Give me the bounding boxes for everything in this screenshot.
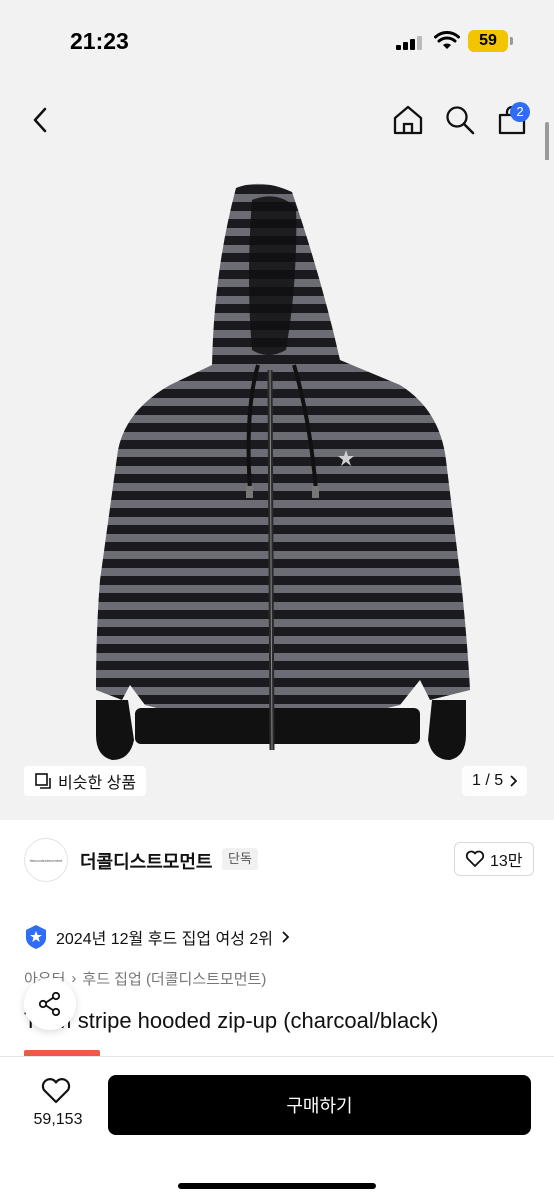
- top-nav: [0, 80, 554, 160]
- battery-indicator: 59: [468, 30, 508, 52]
- breadcrumb-subcategory[interactable]: 후드 집업 (더콜디스트모먼트): [82, 968, 266, 989]
- brand-name[interactable]: 더콜디스트모먼트: [80, 848, 212, 874]
- ranking-text: 2024년 12월 후드 집업 여성 2위: [56, 931, 273, 948]
- image-counter[interactable]: 1 / 5: [462, 766, 528, 796]
- home-icon: [393, 105, 423, 135]
- brand-logo[interactable]: thecoolestmoment: [24, 838, 68, 882]
- ranking-link[interactable]: 2024년 12월 후드 집업 여성 2위: [24, 922, 289, 952]
- product-title: TCM stripe hooded zip-up (charcoal/black…: [24, 1008, 439, 1033]
- cart-count-badge: 2: [510, 102, 530, 122]
- heart-icon: [465, 850, 485, 867]
- wishlist-count: 59,153: [33, 1111, 83, 1128]
- product-photo: [96, 183, 470, 760]
- share-button[interactable]: [24, 978, 76, 1030]
- home-button[interactable]: [388, 100, 428, 140]
- brand-logo-text: thecoolestmoment: [29, 857, 63, 863]
- wishlist-heart-icon[interactable]: [40, 1077, 72, 1105]
- chevron-right-icon: [510, 775, 518, 787]
- ranking-badge-icon: [26, 925, 46, 949]
- similar-products-button[interactable]: 비슷한 상품: [24, 766, 147, 796]
- home-indicator: [178, 1183, 376, 1189]
- brand-like-button[interactable]: 13만: [454, 842, 534, 876]
- brand-like-count: 13만: [490, 853, 523, 870]
- share-icon: [38, 991, 61, 1017]
- back-button[interactable]: [20, 100, 60, 140]
- wifi-icon: [434, 31, 460, 49]
- buy-button[interactable]: 구매하기: [108, 1075, 531, 1135]
- image-counter-text: 1 / 5: [472, 772, 504, 789]
- search-button[interactable]: [440, 100, 480, 140]
- cellular-signal-icon: [396, 36, 424, 50]
- product-image-gallery[interactable]: 비슷한 상품 1 / 5: [0, 160, 554, 820]
- similar-items-icon: [35, 773, 51, 789]
- breadcrumb-separator-icon: ›: [71, 970, 77, 987]
- status-bar: 21:23 59: [0, 0, 554, 80]
- battery-tip: [510, 37, 513, 45]
- chevron-right-icon: [282, 931, 289, 943]
- chevron-left-icon: [33, 107, 47, 133]
- bottom-action-bar: 59,153 구매하기: [0, 1056, 554, 1200]
- exclusive-tag: 단독: [222, 848, 258, 870]
- similar-products-label: 비슷한 상품: [58, 775, 137, 792]
- search-icon: [446, 106, 475, 135]
- status-time: 21:23: [70, 28, 129, 54]
- brand-row: thecoolestmoment 더콜디스트모먼트 단독 13만: [0, 820, 554, 900]
